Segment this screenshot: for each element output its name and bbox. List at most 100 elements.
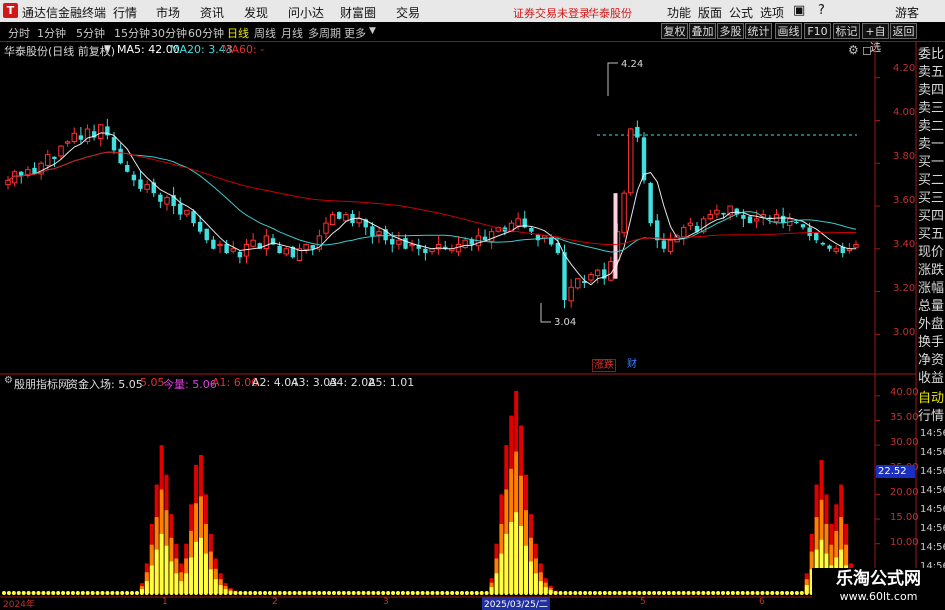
sidebar-item-sell5[interactable]: 卖五 [918, 64, 945, 82]
indicator-dot [17, 591, 21, 595]
indicator-dot [588, 591, 592, 595]
indicator-dot [682, 591, 686, 595]
indicator-dot [662, 591, 666, 595]
indicator-dot [637, 591, 641, 595]
indicator-dot [86, 591, 90, 595]
date-label: 5 [640, 597, 646, 607]
tick-time: 14:56 [920, 542, 945, 553]
sidebar-item-sell1[interactable]: 卖一 [918, 136, 945, 154]
sub-y-axis-label: 30.00 [890, 437, 919, 448]
indicator-dot [204, 591, 208, 595]
sidebar-item-price[interactable]: 现价 [918, 244, 945, 262]
candle-body [708, 215, 712, 219]
indicator-dot [460, 591, 464, 595]
tick-time: 14:56 [920, 523, 945, 534]
sidebar-item-earnings[interactable]: 收益 [918, 370, 945, 388]
fullscreen-icon[interactable]: ◻ [862, 43, 872, 57]
sidebar-item-buy1[interactable]: 买一 [918, 154, 945, 172]
sidebar-item-quote[interactable]: 行情 [918, 408, 945, 426]
kline-chart[interactable] [0, 0, 945, 609]
indicator-dot [416, 591, 420, 595]
indicator-dot [618, 591, 622, 595]
candle-body [576, 279, 580, 288]
indicator-dot [667, 591, 671, 595]
indicator-bar-low [514, 512, 518, 593]
sidebar-item-turnover[interactable]: 换手 [918, 334, 945, 352]
candle-body [165, 197, 169, 204]
candle-body [72, 133, 76, 141]
candle-body [814, 233, 818, 240]
indicator-settings-icon[interactable]: ⚙ [4, 375, 13, 386]
sidebar-item-sell2[interactable]: 卖二 [918, 118, 945, 136]
sidebar-item-buy5[interactable]: 买五 [918, 226, 945, 244]
watermark-url: www.60lt.com [812, 590, 945, 604]
sidebar-item-auto[interactable]: 自动 [918, 390, 945, 408]
indicator-dot [66, 591, 70, 595]
candle-body [337, 212, 341, 219]
indicator-dot [46, 591, 50, 595]
indicator-dot [756, 591, 760, 595]
candle-body [397, 240, 401, 244]
sidebar-item-pct[interactable]: 涨幅 [918, 280, 945, 298]
indicator-dot [174, 591, 178, 595]
dropdown-icon[interactable]: ▼ [104, 44, 111, 54]
sidebar-item-weibi[interactable]: 委比 [918, 46, 945, 64]
candle-body [489, 232, 493, 242]
indicator-bar-low [160, 534, 164, 593]
candle-body [218, 245, 222, 246]
sidebar-item-change[interactable]: 涨跌 [918, 262, 945, 280]
candle-body [827, 246, 831, 249]
sidebar-item-volume[interactable]: 总量 [918, 298, 945, 316]
indicator-dot [519, 591, 523, 595]
indicator-bar-low [189, 558, 193, 593]
sidebar-item-buy2[interactable]: 买二 [918, 172, 945, 190]
indicator-dot [499, 591, 503, 595]
date-label: 2024年 [3, 597, 35, 610]
indicator-dot [608, 591, 612, 595]
indicator-dot [165, 591, 169, 595]
indicator-dot [455, 591, 459, 595]
current-value-badge: 22.52 [876, 465, 915, 478]
sidebar-item-sell3[interactable]: 卖三 [918, 100, 945, 118]
candle-body [635, 127, 639, 138]
candle-body [145, 185, 149, 190]
candle-body [794, 222, 798, 223]
candle-body [238, 252, 242, 258]
sidebar-item-sell4[interactable]: 卖四 [918, 82, 945, 100]
cursor-date-label: 2025/03/25/二 [482, 597, 550, 610]
candle-body [330, 215, 334, 225]
indicator-dot [337, 591, 341, 595]
candle-body [688, 223, 692, 225]
indicator-bar-low [504, 534, 508, 593]
indicator-dot [741, 591, 745, 595]
ma60-label: MA60: - [222, 43, 264, 56]
indicator-dot [598, 591, 602, 595]
indicator-dot [652, 591, 656, 595]
candle-body [403, 238, 407, 249]
candle-body [112, 137, 116, 150]
indicator-dot [411, 591, 415, 595]
candle-body [741, 215, 745, 219]
candle-body [138, 179, 142, 188]
event-mark-cai[interactable]: 财 [627, 359, 637, 370]
indicator-bar-low [204, 554, 208, 593]
sub-y-axis-label: 10.00 [890, 537, 919, 548]
sidebar-item-outer[interactable]: 外盘 [918, 316, 945, 334]
y-axis-label: 3.20 [893, 283, 915, 294]
indicator-dot [125, 591, 129, 595]
sidebar-item-buy4[interactable]: 买四 [918, 208, 945, 226]
indicator-dot [312, 591, 316, 595]
sidebar-item-netasset[interactable]: 净资 [918, 352, 945, 370]
y-axis-label: 3.80 [893, 151, 915, 162]
event-mark-zhangdie[interactable]: 涨跌 [592, 359, 616, 372]
indicator-dot [687, 591, 691, 595]
indicator-dot [140, 591, 144, 595]
indicator-dot [327, 591, 331, 595]
indicator-dot [22, 591, 26, 595]
settings-gear-icon[interactable]: ⚙ [848, 43, 859, 57]
indicator-dot [514, 591, 518, 595]
candle-body [715, 210, 719, 214]
indicator-dot [746, 591, 750, 595]
indicator-dot [96, 591, 100, 595]
sidebar-item-buy3[interactable]: 买三 [918, 190, 945, 208]
